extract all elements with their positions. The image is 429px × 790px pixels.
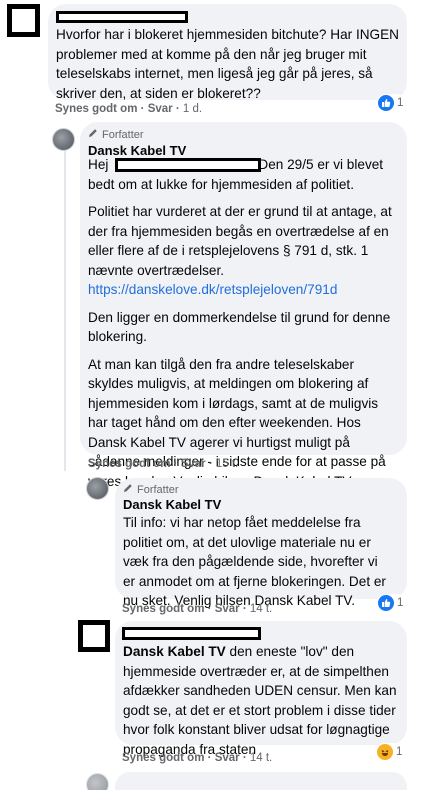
reply-link[interactable]: Svar [215,752,240,764]
reaction-count: 1 [397,97,404,109]
reply-link[interactable]: Svar [181,458,206,470]
reply-paragraph: Politiet har vurderet at der er grund ti… [88,204,392,278]
reply-bubble: Forfatter Dansk Kabel TV Hej Den 29/5 er … [80,122,407,489]
thumbs-up-icon [378,95,394,111]
reply-text: Til info: vi har netop fået meddelelse f… [123,515,386,608]
like-link[interactable]: Synes godt om [122,752,204,764]
comment-actions: Synes godt om · Svar · 1 d. [55,103,203,115]
like-link[interactable]: Synes godt om [122,603,204,615]
reply-bubble: Forfatter Dansk Kabel TV Til info: vi ha… [115,478,407,608]
author-badge: Forfatter [123,483,179,497]
reply-text: Hej Den 29/5 er vi blevet bedt om at lukk… [88,155,401,499]
reply-actions: Synes godt om · Svar · 15 t. [88,458,239,470]
comment-bubble: Hvorfor har i blokeret hjemmesiden bitch… [48,4,407,101]
redacted-name [115,158,261,172]
redacted-avatar [78,620,110,652]
reply-paragraph: Den ligger en dommerkendelse til grund f… [88,309,391,345]
redacted-avatar [7,4,40,37]
reply-actions: Synes godt om · Svar · 14 t. [122,603,273,615]
reply-text: Dansk Kabel TV den eneste "lov" den hjem… [123,644,397,757]
page-avatar[interactable] [52,128,75,151]
comment-text: Hvorfor har i blokeret hjemmesiden bitch… [56,27,400,101]
redacted-name [56,11,188,23]
page-avatar[interactable] [86,477,109,500]
reaction-count: 1 [396,746,403,758]
thumbs-up-icon [378,595,394,611]
pencil-icon [123,483,133,497]
reaction-summary[interactable]: 1 [377,94,406,112]
page-avatar[interactable] [86,773,109,790]
like-link[interactable]: Synes godt om [88,458,170,470]
thread-line [64,151,66,471]
timestamp[interactable]: 14 t. [250,752,272,764]
reaction-summary[interactable]: 1 [377,594,406,612]
greeting: Hej [88,157,109,172]
reply-link[interactable]: Svar [215,603,240,615]
author-name[interactable]: Dansk Kabel TV [123,496,221,513]
reply-link[interactable]: Svar [148,103,173,115]
like-link[interactable]: Synes godt om [55,103,137,115]
reply-actions: Synes godt om · Svar · 14 t. [122,752,273,764]
pencil-icon [88,128,98,142]
law-link[interactable]: https://danskelove.dk/retsplejeloven/791… [88,282,337,297]
timestamp[interactable]: 14 t. [250,603,272,615]
redacted-name [122,627,261,640]
reply-bubble [115,772,407,790]
timestamp[interactable]: 1 d. [183,103,202,115]
reply-bubble: Dansk Kabel TV den eneste "lov" den hjem… [115,621,407,757]
timestamp[interactable]: 15 t. [216,458,238,470]
author-badge: Forfatter [88,128,144,142]
reply-paragraph: At man kan tilgå den fra andre teleselsk… [88,356,386,489]
laughing-face-icon [377,744,393,760]
reaction-summary[interactable]: 1 [376,743,405,761]
reaction-count: 1 [397,597,404,609]
mention-link[interactable]: Dansk Kabel TV [123,644,226,659]
